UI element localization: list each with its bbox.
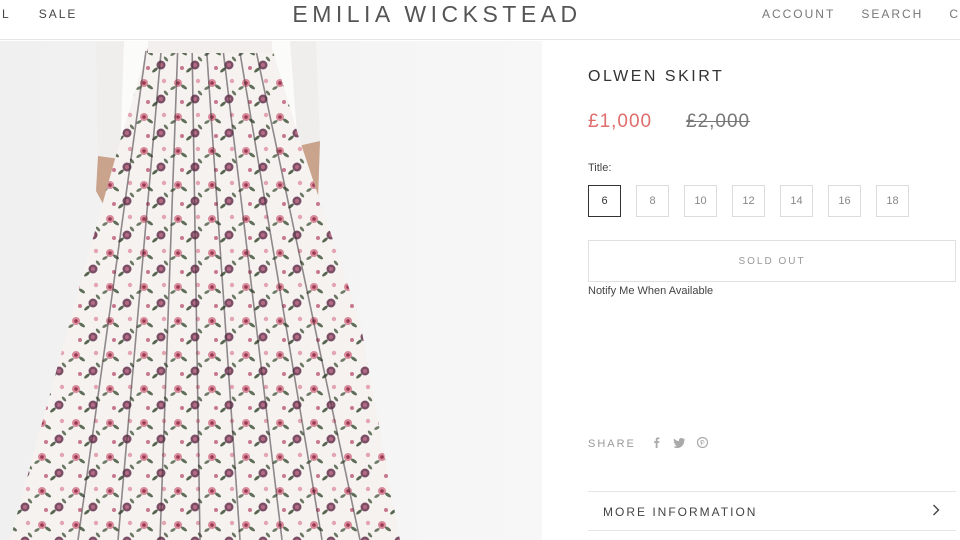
nav-link-cart[interactable]: CA xyxy=(949,7,960,21)
nav-link-search[interactable]: SEARCH xyxy=(861,7,923,21)
nav-link-account[interactable]: ACCOUNT xyxy=(762,7,835,21)
size-option-12[interactable]: 12 xyxy=(732,185,765,217)
product-title: OLWEN SKIRT xyxy=(588,68,725,85)
notify-me-link[interactable]: Notify Me When Available xyxy=(588,285,713,297)
nav-right: ACCOUNT SEARCH CA xyxy=(762,7,960,21)
share-label: SHARE xyxy=(588,438,636,450)
product-image[interactable] xyxy=(0,41,542,540)
skirt-illustration xyxy=(0,41,542,540)
more-information-toggle[interactable]: MORE INFORMATION xyxy=(588,491,956,531)
brand-logo[interactable]: EMILIA WICKSTEAD xyxy=(0,1,874,28)
size-option-14[interactable]: 14 xyxy=(780,185,813,217)
size-label: Title: xyxy=(588,162,612,174)
product-info-panel: OLWEN SKIRT £1,000 £2,000 Title: 6 8 10 … xyxy=(588,41,960,540)
pinterest-icon[interactable] xyxy=(696,436,709,451)
original-price: £2,000 xyxy=(686,111,751,132)
chevron-right-icon xyxy=(932,503,940,519)
twitter-icon[interactable] xyxy=(673,437,685,451)
facebook-icon[interactable] xyxy=(652,437,661,451)
size-option-6[interactable]: 6 xyxy=(588,185,621,217)
size-option-10[interactable]: 10 xyxy=(684,185,717,217)
share-row: SHARE xyxy=(588,436,709,451)
sale-price: £1,000 xyxy=(588,111,653,132)
size-option-16[interactable]: 16 xyxy=(828,185,861,217)
size-option-8[interactable]: 8 xyxy=(636,185,669,217)
sold-out-button[interactable]: SOLD OUT xyxy=(588,240,956,282)
size-option-18[interactable]: 18 xyxy=(876,185,909,217)
site-header: AL SALE EMILIA WICKSTEAD ACCOUNT SEARCH … xyxy=(0,0,960,40)
size-selector: 6 8 10 12 14 16 18 xyxy=(588,185,909,217)
more-information-label: MORE INFORMATION xyxy=(603,505,758,519)
